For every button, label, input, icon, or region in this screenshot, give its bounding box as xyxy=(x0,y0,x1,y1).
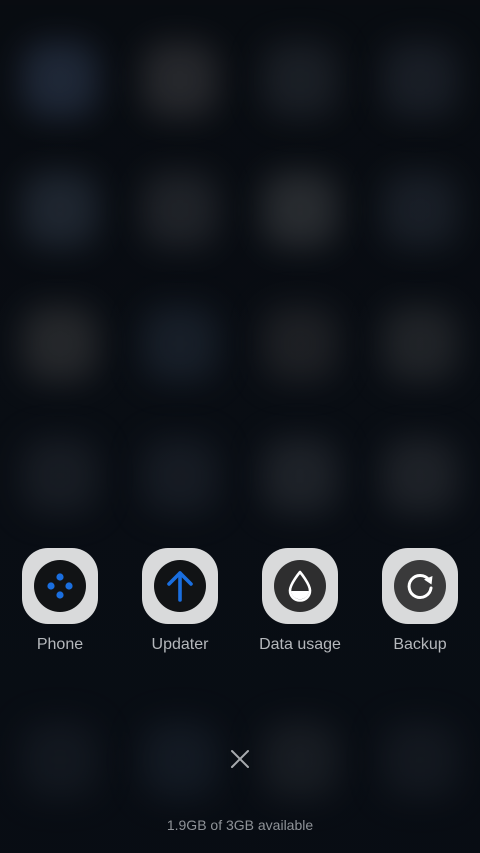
backup-refresh-icon xyxy=(394,560,446,612)
water-drop-icon xyxy=(274,560,326,612)
blurred-background xyxy=(0,0,480,853)
app-label-backup: Backup xyxy=(393,636,447,653)
app-data-usage[interactable]: Data usage xyxy=(245,548,355,655)
background-dim-overlay xyxy=(0,0,480,853)
close-all-button[interactable] xyxy=(224,743,256,775)
app-label-data-usage: Data usage xyxy=(259,636,341,653)
close-icon xyxy=(231,750,249,768)
app-updater[interactable]: Updater xyxy=(125,548,235,655)
app-label-updater: Updater xyxy=(151,636,209,653)
recent-apps-row: Phone Updater Data usage Backup xyxy=(0,548,480,658)
phone-dialpad-icon xyxy=(34,560,86,612)
app-label-phone: Phone xyxy=(36,636,84,653)
app-icon-frame xyxy=(382,548,458,624)
app-icon-frame xyxy=(142,548,218,624)
memory-status-text: 1.9GB of 3GB available xyxy=(166,817,314,833)
app-backup[interactable]: Backup xyxy=(365,548,475,655)
app-icon-frame xyxy=(22,548,98,624)
update-arrow-icon xyxy=(154,560,206,612)
app-phone[interactable]: Phone xyxy=(5,548,115,655)
app-icon-frame xyxy=(262,548,338,624)
